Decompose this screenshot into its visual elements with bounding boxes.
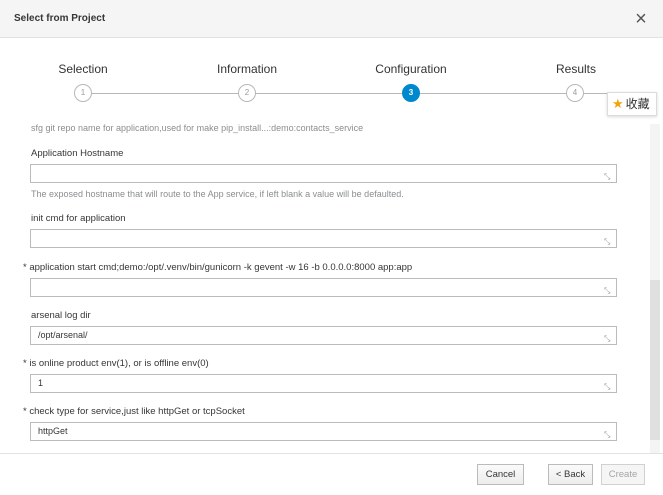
online-env-label: * is online product env(1), or is offlin… [23,358,209,369]
create-button[interactable]: Create [601,464,645,485]
cancel-button[interactable]: Cancel [477,464,524,485]
step-circle-1[interactable]: 1 [74,84,92,102]
favorite-button[interactable]: ★ 收藏 [607,92,657,116]
wizard-steps: Selection Information Configuration Resu… [0,38,663,124]
step-results[interactable]: Results [516,62,636,78]
check-type-input[interactable]: httpGet [30,422,617,441]
step-label: Information [216,62,278,76]
modal-header: Select from Project × [0,0,663,38]
form-content[interactable]: sfg git repo name for application,used f… [0,124,650,453]
init-cmd-label: init cmd for application [31,213,126,224]
step-label: Configuration [375,62,447,76]
back-button[interactable]: < Back [548,464,593,485]
modal-footer: Cancel < Back Create [0,453,663,495]
online-env-input[interactable]: 1 [30,374,617,393]
step-circle-3[interactable]: 3 [402,84,420,102]
repo-help-text: sfg git repo name for application,used f… [31,124,364,133]
step-label: Selection [58,62,108,76]
step-label: Results [555,62,596,76]
start-cmd-input[interactable] [30,278,617,297]
check-type-label: * check type for service,just like httpG… [23,406,245,417]
close-icon[interactable]: × [631,7,651,31]
star-icon: ★ [612,96,624,111]
step-configuration[interactable]: Configuration [351,62,471,78]
favorite-label: 收藏 [625,97,650,111]
resize-handle-icon[interactable]: ⤡ [604,431,647,451]
step-circle-4[interactable]: 4 [566,84,584,102]
step-circle-2[interactable]: 2 [238,84,256,102]
log-dir-input[interactable]: /opt/arsenal/ [30,326,617,345]
init-cmd-input[interactable] [30,229,617,248]
hostname-help-text: The exposed hostname that will route to … [31,189,404,199]
hostname-input[interactable] [30,164,617,183]
start-cmd-label: * application start cmd;demo:/opt/.venv/… [23,262,413,273]
scrollbar-thumb[interactable] [650,280,660,440]
hostname-label: Application Hostname [31,148,124,159]
log-dir-label: arsenal log dir [31,310,91,321]
modal-title: Select from Project [14,13,106,24]
step-information[interactable]: Information [187,62,307,78]
step-selection[interactable]: Selection [23,62,143,78]
